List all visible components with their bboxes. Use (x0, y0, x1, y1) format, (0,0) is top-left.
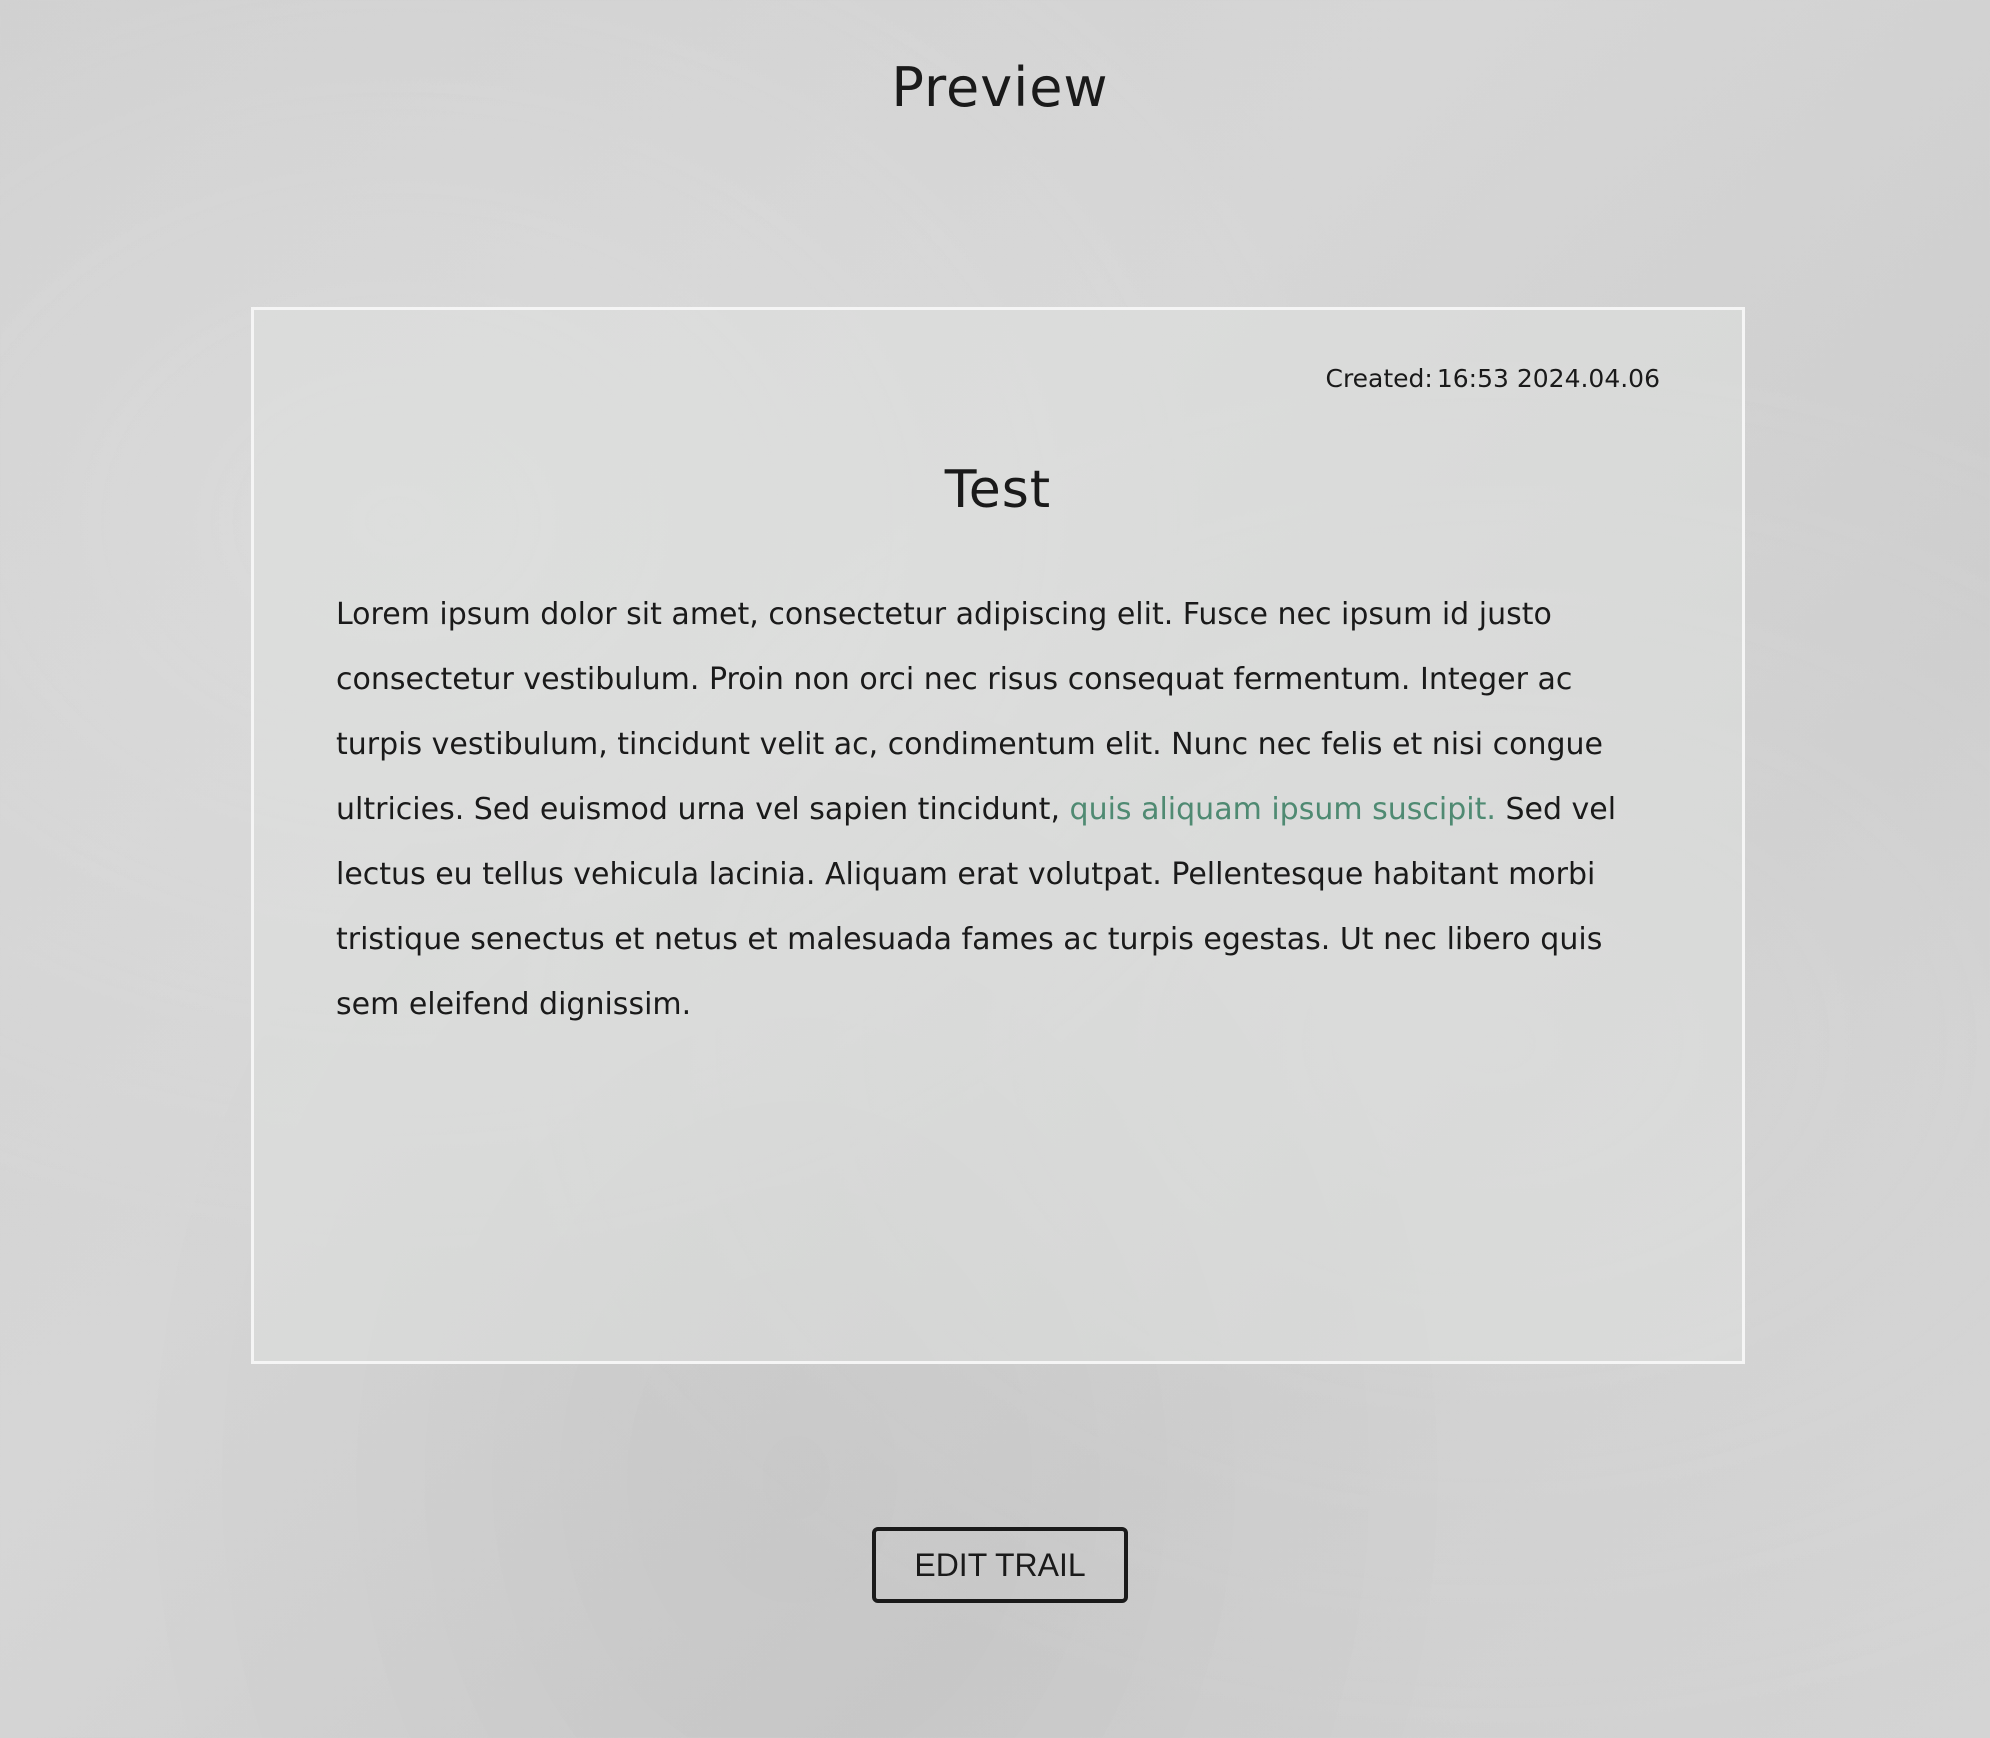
trail-body-text: Lorem ipsum dolor sit amet, consectetur … (336, 582, 1666, 1037)
created-value: 16:53 2024.04.06 (1436, 364, 1660, 393)
trail-preview-card: Created: 16:53 2024.04.06 Test Lorem ipsu… (251, 307, 1745, 1364)
created-label: Created: (1325, 364, 1433, 393)
page-title: Preview (891, 56, 1109, 119)
trail-title: Test (944, 460, 1052, 520)
edit-trail-button[interactable]: EDIT TRAIL (872, 1527, 1128, 1603)
created-timestamp: Created: 16:53 2024.04.06 (1325, 364, 1660, 393)
body-link[interactable]: quis aliquam ipsum suscipit. (1070, 792, 1496, 827)
